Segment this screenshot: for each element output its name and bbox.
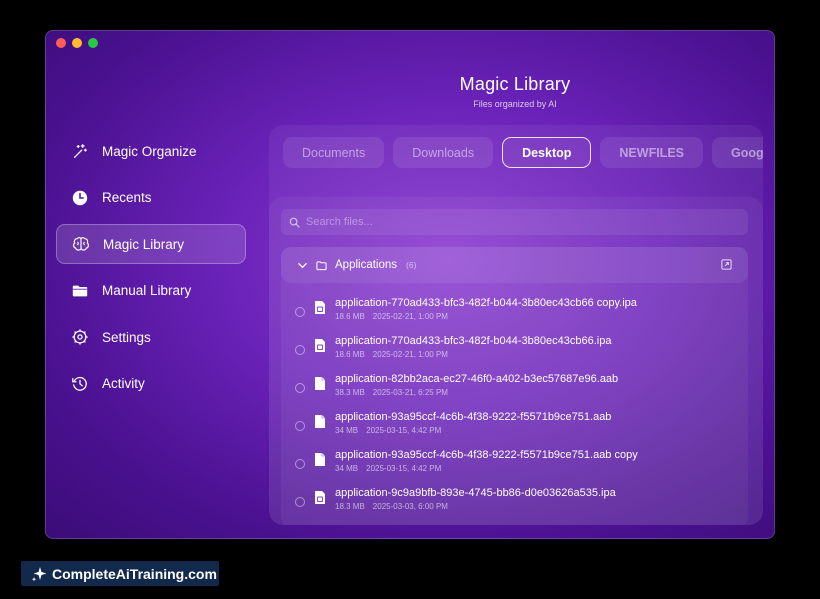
file-name: application-93a95ccf-4c6b-4f38-9222-f557… [335, 449, 638, 461]
sidebar: Magic Organize Recents Magic Library Man… [56, 131, 246, 410]
maximize-window-button[interactable] [88, 38, 98, 48]
file-date: 2025-03-21, 6:25 PM [372, 388, 448, 397]
watermark-text: CompleteAiTraining.com [52, 565, 217, 582]
file-meta: 34 MB 2025-03-15, 4:42 PM [335, 464, 441, 473]
file-size: 38.3 MB [335, 388, 365, 397]
folder-tabs: Documents Downloads Desktop NEWFILES Goo… [283, 137, 763, 168]
document-icon [315, 377, 325, 390]
file-date: 2025-03-15, 4:42 PM [366, 426, 442, 435]
file-name: application-93a95ccf-4c6b-4f38-9222-f557… [335, 411, 612, 423]
file-size: 34 MB [335, 464, 359, 473]
sidebar-item-label: Recents [102, 190, 152, 205]
sidebar-item-settings[interactable]: Settings [56, 317, 246, 357]
file-size: 34 MB [335, 426, 359, 435]
sparkle-logo-icon [31, 566, 47, 581]
clock-icon [70, 188, 90, 208]
file-name: application-9c9a9bfb-893e-4745-bb86-d0e0… [335, 487, 616, 499]
chevron-down-icon[interactable] [297, 260, 308, 271]
watermark-badge: CompleteAiTraining.com [21, 561, 219, 586]
folder-icon [316, 260, 327, 270]
file-name: application-770ad433-bfc3-482f-b044-3b80… [335, 335, 612, 347]
sidebar-item-magic-library[interactable]: Magic Library [56, 224, 246, 264]
page-title: Magic Library [459, 74, 571, 94]
list-item[interactable]: application-93a95ccf-4c6b-4f38-9222-f557… [281, 445, 748, 483]
select-radio[interactable] [295, 307, 305, 317]
history-icon [70, 374, 90, 394]
select-radio[interactable] [295, 497, 305, 507]
search-input[interactable] [306, 216, 726, 228]
search-icon [289, 217, 300, 228]
window-controls [56, 38, 98, 48]
app-file-icon [315, 301, 325, 314]
group-count: (6) [406, 260, 417, 270]
tab-newfiles[interactable]: NEWFILES [600, 137, 703, 168]
sidebar-item-label: Magic Library [103, 236, 185, 252]
sidebar-item-activity[interactable]: Activity [56, 364, 246, 404]
group-header[interactable]: Applications (6) [281, 247, 748, 283]
list-item[interactable]: application-82bb2aca-ec27-46f0-a402-b3ec… [281, 369, 748, 407]
sidebar-item-label: Manual Library [102, 283, 192, 298]
close-window-button[interactable] [56, 38, 66, 48]
list-item[interactable]: application-770ad433-bfc3-482f-b044-3b80… [281, 331, 748, 369]
group-name: Applications [335, 259, 398, 271]
select-radio[interactable] [295, 459, 305, 469]
sidebar-item-recents[interactable]: Recents [56, 178, 246, 218]
file-panel: Applications (6) application-770ad433-bf… [269, 197, 763, 525]
open-external-icon[interactable] [721, 259, 732, 270]
file-group-applications: Applications (6) application-770ad433-bf… [281, 247, 748, 525]
page-header: Magic Library Files organized by AI [46, 74, 774, 109]
sidebar-item-label: Magic Organize [102, 143, 197, 159]
file-name: application-82bb2aca-ec27-46f0-a402-b3ec… [335, 373, 619, 385]
file-size: 18.3 MB [335, 502, 365, 511]
list-item[interactable]: application-9c9a9bfb-893e-4745-bb86-d0e0… [281, 483, 748, 521]
select-radio[interactable] [295, 421, 305, 431]
tab-google[interactable]: Googl [712, 137, 763, 168]
document-icon [315, 415, 325, 428]
file-date: 2025-02-21, 1:00 PM [372, 312, 448, 321]
gear-icon [70, 327, 90, 347]
folder-icon [70, 281, 90, 301]
search-bar [281, 209, 748, 235]
file-name: application-770ad433-bfc3-482f-b044-3b80… [335, 297, 637, 309]
sparkles-icon [70, 141, 90, 161]
file-list: application-770ad433-bfc3-482f-b044-3b80… [281, 293, 748, 521]
file-size: 18.6 MB [335, 350, 365, 359]
document-icon [315, 453, 325, 466]
tab-desktop[interactable]: Desktop [502, 137, 592, 168]
brain-icon [71, 234, 91, 254]
app-file-icon [315, 339, 325, 352]
sidebar-item-label: Activity [102, 376, 145, 391]
file-meta: 34 MB 2025-03-15, 4:42 PM [335, 426, 441, 435]
select-radio[interactable] [295, 383, 305, 393]
tab-documents[interactable]: Documents [283, 137, 385, 168]
sidebar-item-manual-library[interactable]: Manual Library [56, 271, 246, 311]
file-size: 18.6 MB [335, 312, 365, 321]
select-radio[interactable] [295, 345, 305, 355]
file-date: 2025-02-21, 1:00 PM [372, 350, 448, 359]
app-file-icon [315, 491, 325, 504]
main-panel: Documents Downloads Desktop NEWFILES Goo… [269, 125, 763, 525]
tab-downloads[interactable]: Downloads [393, 137, 494, 168]
page-subtitle: Files organized by AI [473, 99, 557, 109]
file-meta: 18.6 MB 2025-02-21, 1:00 PM [335, 312, 448, 321]
file-meta: 38.3 MB 2025-03-21, 6:25 PM [335, 388, 448, 397]
list-item[interactable]: application-93a95ccf-4c6b-4f38-9222-f557… [281, 407, 748, 445]
file-meta: 18.3 MB 2025-03-03, 6:00 PM [335, 502, 448, 511]
sidebar-item-label: Settings [102, 329, 151, 345]
list-item[interactable]: application-770ad433-bfc3-482f-b044-3b80… [281, 293, 748, 331]
minimize-window-button[interactable] [72, 38, 82, 48]
file-date: 2025-03-15, 4:42 PM [366, 464, 442, 473]
app-window: Magic Library Files organized by AI Magi… [45, 30, 775, 539]
sidebar-item-magic-organize[interactable]: Magic Organize [56, 131, 246, 171]
file-date: 2025-03-03, 6:00 PM [372, 502, 448, 511]
file-meta: 18.6 MB 2025-02-21, 1:00 PM [335, 350, 448, 359]
